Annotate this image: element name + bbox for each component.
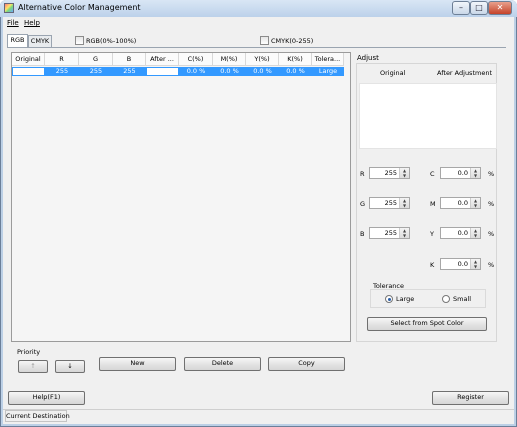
- table-cell-g[interactable]: 255: [79, 67, 113, 76]
- priority-down-icon[interactable]: ↓: [55, 360, 85, 373]
- table-header-c[interactable]: C(%): [179, 53, 213, 66]
- minimize-icon[interactable]: –: [452, 1, 470, 15]
- preview-after-label: After Adjustment: [437, 69, 492, 77]
- spinner-arrows-icon[interactable]: ▲ ▼: [399, 198, 409, 208]
- c-spinner[interactable]: 0.0 ▲ ▼: [440, 167, 481, 179]
- spinner-arrows-icon[interactable]: ▲ ▼: [470, 228, 480, 238]
- b-value: 255: [384, 229, 397, 237]
- cmyk-range-checkbox[interactable]: [260, 36, 269, 45]
- table-cell-original[interactable]: [12, 67, 45, 76]
- c-label: C: [430, 170, 435, 178]
- table-cell-tolerance[interactable]: Large: [312, 67, 344, 76]
- g-value: 255: [384, 199, 397, 207]
- status-bar: [3, 409, 514, 424]
- g-label: G: [360, 200, 366, 208]
- spinner-arrows-icon[interactable]: ▲ ▼: [470, 168, 480, 178]
- tab-rgb[interactable]: RGB: [7, 34, 28, 47]
- rgb-percent-label: RGB(0%-100%): [86, 37, 137, 45]
- c-percent: %: [488, 170, 495, 178]
- k-value: 0.0: [457, 260, 468, 268]
- r-value: 255: [384, 169, 397, 177]
- register-button[interactable]: Register: [432, 391, 509, 405]
- k-percent: %: [488, 261, 495, 269]
- y-spinner[interactable]: 0.0 ▲ ▼: [440, 227, 481, 239]
- status-current-destination: Current Destination: [5, 410, 70, 422]
- new-button[interactable]: New: [99, 357, 176, 371]
- b-spinner[interactable]: 255 ▲ ▼: [369, 227, 410, 239]
- priority-label: Priority: [17, 348, 41, 356]
- delete-button[interactable]: Delete: [184, 357, 261, 371]
- tab-divider: [7, 47, 506, 48]
- table-header-g[interactable]: G: [79, 53, 113, 66]
- table-header-tolerance[interactable]: Tolera...: [312, 53, 344, 66]
- r-spinner[interactable]: 255 ▲ ▼: [369, 167, 410, 179]
- cmyk-range-label: CMYK(0-255): [271, 37, 314, 45]
- window-title: Alternative Color Management: [18, 3, 141, 12]
- b-label: B: [360, 230, 365, 238]
- table-header-m[interactable]: M(%): [213, 53, 246, 66]
- k-spinner[interactable]: 0.0 ▲ ▼: [440, 258, 481, 270]
- table-cell-b[interactable]: 255: [113, 67, 146, 76]
- table-header-y[interactable]: Y(%): [246, 53, 279, 66]
- table-header-b[interactable]: B: [113, 53, 146, 66]
- y-value: 0.0: [457, 229, 468, 237]
- menu-bar: [3, 17, 514, 29]
- k-label: K: [430, 261, 435, 269]
- m-spinner[interactable]: 0.0 ▲ ▼: [440, 197, 481, 209]
- table-header-r[interactable]: R: [45, 53, 79, 66]
- menu-help[interactable]: Help: [24, 19, 40, 27]
- table-header-k[interactable]: K(%): [279, 53, 312, 66]
- priority-up-icon[interactable]: ↑: [18, 360, 48, 373]
- table-cell-r[interactable]: 255: [45, 67, 79, 76]
- table-cell-m[interactable]: 0.0 %: [213, 67, 246, 76]
- color-table[interactable]: [11, 52, 351, 342]
- menu-file[interactable]: File: [7, 19, 19, 27]
- tolerance-large-radio[interactable]: [385, 295, 393, 303]
- app-icon: [4, 3, 14, 13]
- help-button[interactable]: Help(F1): [8, 391, 85, 405]
- table-cell-y[interactable]: 0.0 %: [246, 67, 279, 76]
- tolerance-large-label: Large: [396, 295, 415, 303]
- m-value: 0.0: [457, 199, 468, 207]
- table-header-original[interactable]: Original: [12, 53, 45, 66]
- select-spot-color-button[interactable]: Select from Spot Color: [367, 317, 487, 331]
- tab-cmyk[interactable]: CMYK: [28, 35, 52, 47]
- close-icon[interactable]: ✕: [488, 1, 512, 15]
- spinner-arrows-icon[interactable]: ▲ ▼: [470, 198, 480, 208]
- maximize-icon[interactable]: □: [470, 1, 488, 15]
- r-label: R: [360, 170, 365, 178]
- m-percent: %: [488, 200, 495, 208]
- table-cell-k[interactable]: 0.0 %: [279, 67, 312, 76]
- c-value: 0.0: [457, 169, 468, 177]
- y-label: Y: [430, 230, 434, 238]
- spinner-arrows-icon[interactable]: ▲ ▼: [399, 168, 409, 178]
- table-header-after[interactable]: After ...: [146, 53, 179, 66]
- spinner-arrows-icon[interactable]: ▲ ▼: [470, 259, 480, 269]
- table-cell-c[interactable]: 0.0 %: [179, 67, 213, 76]
- tolerance-small-label: Small: [453, 295, 472, 303]
- y-percent: %: [488, 230, 495, 238]
- tolerance-small-radio[interactable]: [442, 295, 450, 303]
- m-label: M: [430, 200, 436, 208]
- g-spinner[interactable]: 255 ▲ ▼: [369, 197, 410, 209]
- spinner-arrows-icon[interactable]: ▲ ▼: [399, 228, 409, 238]
- preview-original-label: Original: [380, 69, 406, 77]
- copy-button[interactable]: Copy: [268, 357, 345, 371]
- rgb-percent-checkbox[interactable]: [75, 36, 84, 45]
- adjust-title: Adjust: [357, 54, 379, 62]
- color-preview: [359, 83, 497, 149]
- table-cell-after[interactable]: [146, 67, 179, 76]
